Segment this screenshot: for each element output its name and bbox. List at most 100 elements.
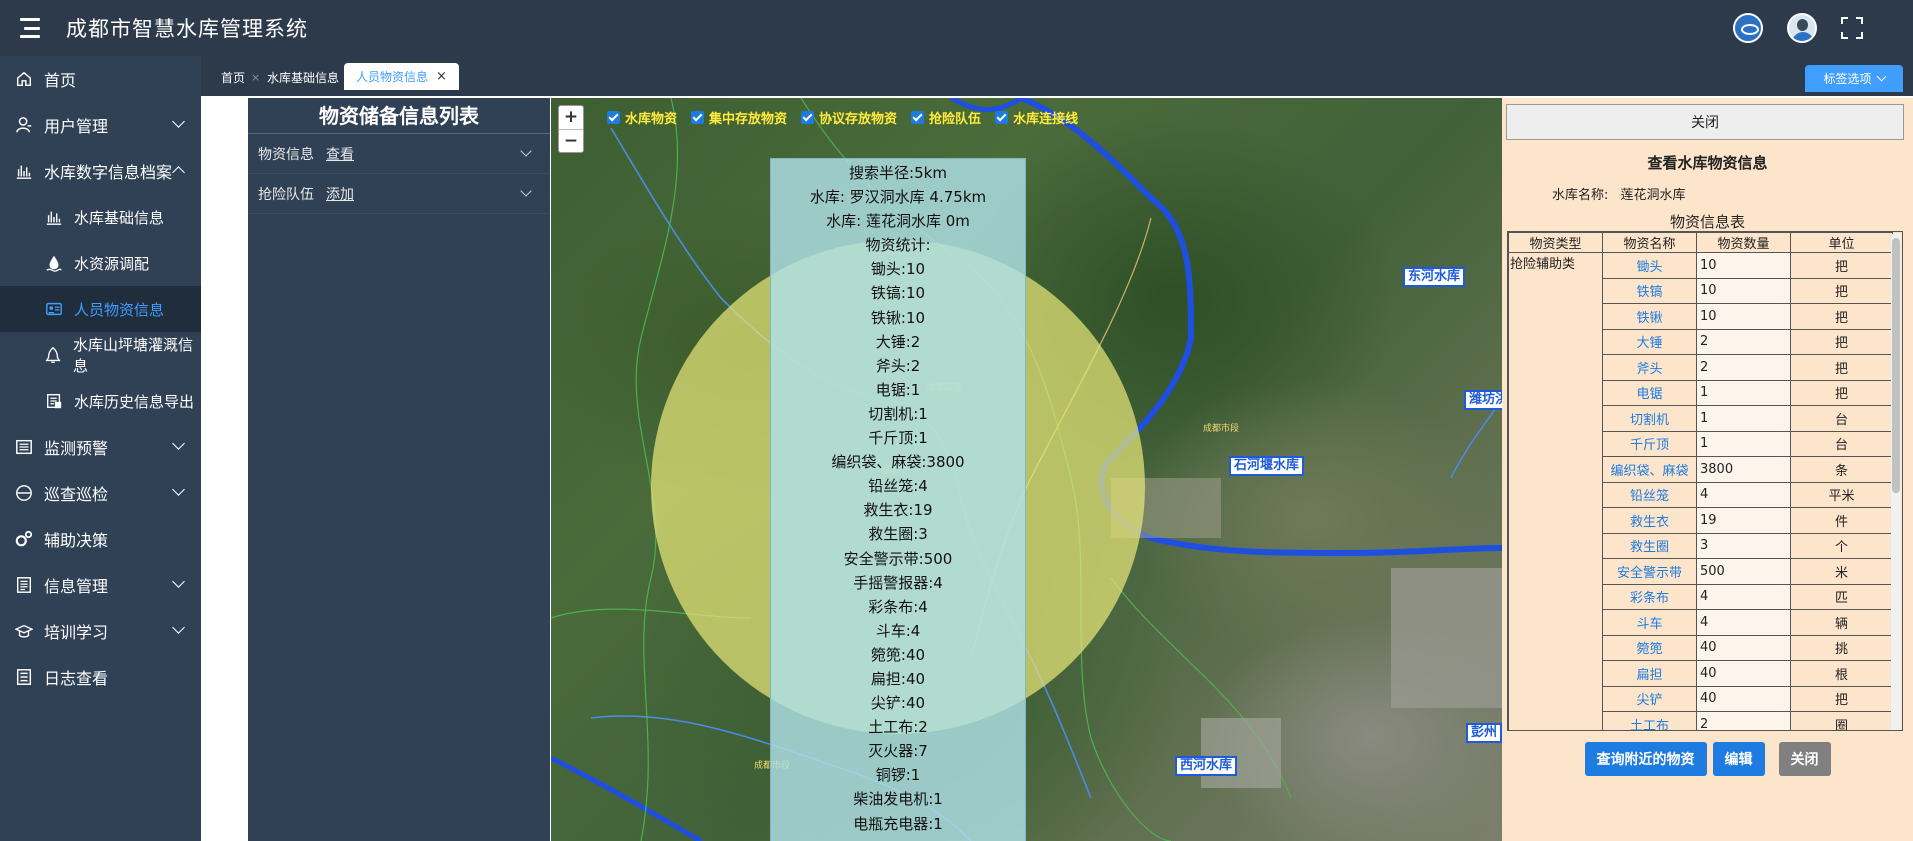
marker-weifang[interactable]: 潍坊洪 bbox=[1464, 390, 1502, 410]
table-scrollbar[interactable] bbox=[1891, 234, 1901, 730]
layer-toggle[interactable]: 集中存放物资 bbox=[691, 108, 787, 127]
stat-line: 搜索半径:5km bbox=[849, 164, 947, 182]
road-label: 成都市段 bbox=[1203, 424, 1240, 434]
sidebar-item[interactable]: 用户管理 bbox=[0, 102, 201, 148]
layer-toggle[interactable]: 协议存放物资 bbox=[801, 108, 897, 127]
reservoir-name-row: 水库名称: 莲花洞水库 bbox=[1552, 184, 1686, 203]
add-link[interactable]: 添加 bbox=[326, 184, 354, 204]
list-row-materials[interactable]: 物资信息 查看 bbox=[248, 134, 550, 174]
unit-cell: 把 bbox=[1790, 303, 1893, 330]
material-name-cell[interactable]: 电锯 bbox=[1602, 379, 1697, 406]
sidebar-item[interactable]: 监测预警 bbox=[0, 424, 201, 470]
stat-line: 斧头:2 bbox=[875, 356, 921, 375]
row-label: 物资信息 bbox=[258, 146, 314, 163]
sidebar-item[interactable]: 水库历史信息导出 bbox=[0, 378, 201, 424]
chevron-down-icon[interactable] bbox=[520, 185, 532, 197]
material-name-cell[interactable]: 斗车 bbox=[1602, 609, 1697, 636]
view-link[interactable]: 查看 bbox=[326, 144, 354, 164]
quantity-cell: 4 bbox=[1696, 481, 1791, 508]
close-button[interactable]: 关闭 bbox=[1506, 104, 1904, 140]
sidebar-item-label: 日志查看 bbox=[44, 669, 109, 688]
zoom-in-button[interactable]: + bbox=[559, 106, 583, 130]
sidebar-item[interactable]: 人员物资信息 bbox=[0, 286, 201, 332]
stat-line: 电锯:1 bbox=[875, 380, 921, 399]
edit-button[interactable]: 编辑 bbox=[1712, 742, 1765, 776]
layer-toggle[interactable]: 抢险队伍 bbox=[911, 108, 981, 127]
stat-line: 土工布:2 bbox=[868, 718, 928, 737]
menu-toggle-icon[interactable] bbox=[16, 15, 42, 41]
quantity-cell: 2 bbox=[1696, 354, 1791, 381]
sidebar-item[interactable]: 水库山坪塘灌溉信息 bbox=[0, 332, 201, 378]
user-avatar[interactable] bbox=[1787, 13, 1817, 43]
material-name-cell[interactable]: 彩条布 bbox=[1602, 583, 1697, 610]
checkbox-checked-icon[interactable] bbox=[801, 111, 815, 124]
unit-cell: 把 bbox=[1790, 354, 1893, 381]
material-name-cell[interactable]: 铁锹 bbox=[1602, 303, 1697, 330]
sidebar-item[interactable]: 日志查看 bbox=[0, 654, 201, 700]
material-name-cell[interactable]: 编织袋、麻袋 bbox=[1602, 456, 1697, 483]
material-name-cell[interactable]: 铅丝笼 bbox=[1602, 481, 1697, 508]
material-name-cell[interactable]: 尖铲 bbox=[1602, 685, 1697, 712]
tab-options-button[interactable]: 标签选项 bbox=[1805, 65, 1903, 92]
id-card-icon bbox=[44, 299, 64, 319]
material-name-cell[interactable]: 锄头 bbox=[1602, 252, 1697, 279]
tab-personnel-materials[interactable]: 人员物资信息 × bbox=[344, 63, 459, 90]
zoom-control: + − bbox=[558, 105, 584, 153]
material-name-cell[interactable]: 安全警示带 bbox=[1602, 558, 1697, 585]
unit-cell: 把 bbox=[1790, 252, 1893, 279]
marker-donghe-reservoir[interactable]: 东河水库 bbox=[1403, 267, 1466, 287]
marker-xihe-reservoir[interactable]: 西河水库 bbox=[1175, 756, 1238, 776]
checkbox-checked-icon[interactable] bbox=[607, 111, 620, 124]
list-row-rescue-team[interactable]: 抢险队伍 添加 bbox=[248, 174, 550, 214]
chevron-down-icon[interactable] bbox=[520, 145, 532, 157]
org-logo-icon[interactable] bbox=[1733, 13, 1763, 43]
stat-line: 铁锹:10 bbox=[870, 308, 926, 327]
checkbox-checked-icon[interactable] bbox=[911, 111, 925, 124]
material-name-cell[interactable]: 箢篼 bbox=[1602, 634, 1697, 661]
row-label: 抢险队伍 bbox=[258, 186, 314, 203]
layer-toggle[interactable]: 水库物资 bbox=[607, 108, 677, 127]
chevron-down-icon bbox=[172, 437, 185, 450]
checkbox-checked-icon[interactable] bbox=[995, 111, 1009, 124]
fullscreen-icon[interactable] bbox=[1841, 17, 1863, 39]
sidebar-item[interactable]: 水库基础信息 bbox=[0, 194, 201, 240]
close-icon[interactable]: × bbox=[436, 69, 447, 84]
marker-pengzhou[interactable]: 彭州 bbox=[1466, 723, 1502, 743]
material-name-cell[interactable]: 扁担 bbox=[1602, 660, 1697, 687]
sidebar-item[interactable]: 信息管理 bbox=[0, 562, 201, 608]
layer-toggle[interactable]: 水库连接线 bbox=[995, 108, 1078, 127]
unit-cell: 把 bbox=[1790, 685, 1893, 712]
close-button[interactable]: 关闭 bbox=[1778, 742, 1831, 776]
material-name-cell[interactable]: 救生衣 bbox=[1602, 507, 1697, 534]
urban-area bbox=[1201, 718, 1281, 788]
sidebar-item[interactable]: 水资源调配 bbox=[0, 240, 201, 286]
materials-table-body: 抢险辅助类 锄头 10 把铁镐 10 把铁锹 10 把大锤 2 把斧头 2 把电锯 1 把切割机 1 台千斤顶… bbox=[1508, 252, 1893, 730]
export-icon bbox=[44, 391, 64, 411]
unit-cell: 把 bbox=[1790, 277, 1893, 304]
material-name-cell[interactable]: 救生圈 bbox=[1602, 532, 1697, 559]
sidebar-item[interactable]: 培训学习 bbox=[0, 608, 201, 654]
material-name-cell[interactable]: 千斤顶 bbox=[1602, 430, 1697, 457]
quantity-cell: 10 bbox=[1696, 303, 1791, 330]
material-name-cell[interactable]: 切割机 bbox=[1602, 405, 1697, 432]
sidebar-item[interactable]: 水库数字信息档案 bbox=[0, 148, 201, 194]
stat-line: 彩条布:4 bbox=[868, 597, 928, 616]
satellite-map[interactable]: 成灌高速 成都市 成都市段 成都市段 东河水库 潍坊洪 石河堰水库 西河水库 彭… bbox=[551, 98, 1502, 841]
sidebar-item[interactable]: 辅助决策 bbox=[0, 516, 201, 562]
tab-reservoir-basic-info[interactable]: 水库基础信息 bbox=[255, 64, 351, 90]
quantity-cell: 1 bbox=[1696, 430, 1791, 457]
checkbox-checked-icon[interactable] bbox=[691, 111, 705, 124]
marker-shihe-reservoir[interactable]: 石河堰水库 bbox=[1229, 456, 1305, 476]
material-name-cell[interactable]: 铁镐 bbox=[1602, 277, 1697, 304]
material-name-cell[interactable]: 斧头 bbox=[1602, 354, 1697, 381]
material-name-cell[interactable]: 大锤 bbox=[1602, 328, 1697, 355]
query-nearby-materials-button[interactable]: 查询附近的物资 bbox=[1584, 742, 1707, 776]
sidebar-item[interactable]: 巡查巡检 bbox=[0, 470, 201, 516]
sidebar-item[interactable]: 首页 bbox=[0, 56, 201, 102]
material-name-cell[interactable]: 土工布 bbox=[1602, 711, 1697, 730]
zoom-out-button[interactable]: − bbox=[559, 130, 583, 153]
scrollbar-thumb[interactable] bbox=[1892, 238, 1900, 493]
stat-line: 物资统计: bbox=[865, 236, 931, 255]
reservoir-materials-panel: 关闭 查看水库物资信息 水库名称: 莲花洞水库 物资信息表 物资类型 物资名称 … bbox=[1502, 98, 1913, 841]
panel-title: 物资储备信息列表 bbox=[248, 98, 550, 134]
